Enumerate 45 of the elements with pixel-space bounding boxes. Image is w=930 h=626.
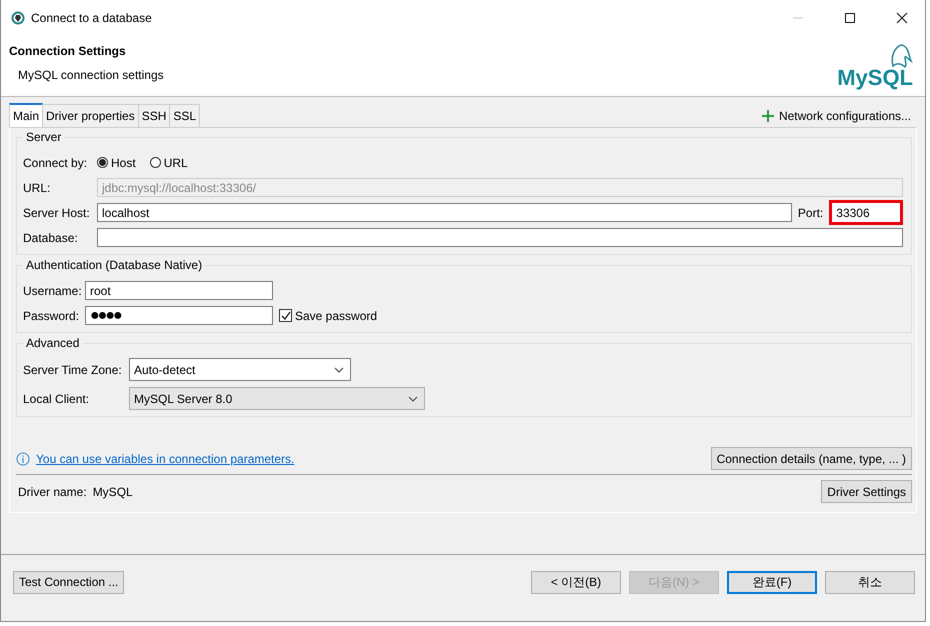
dialog-button[interactable]: 취소 — [825, 570, 915, 594]
chevron-down-icon — [408, 396, 418, 402]
input-field[interactable]: 33306 — [829, 200, 903, 225]
field-label: URL: — [23, 180, 52, 194]
maximize-icon — [844, 12, 856, 24]
network-configurations-button[interactable]: Network configurations... — [762, 109, 917, 127]
info-link[interactable]: You can use variables in connection parameters. — [36, 452, 294, 466]
field-label: Local Client: — [23, 392, 90, 406]
radio-button[interactable]: Host — [97, 156, 136, 170]
field-label: Server Host: — [23, 206, 91, 220]
page-subtitle: MySQL connection settings — [17, 68, 165, 82]
field-label: Port: — [798, 206, 824, 220]
input-field[interactable]: root — [85, 281, 273, 300]
field-label: Username: — [23, 284, 79, 298]
group-title: Authentication (Database Native) — [23, 258, 206, 272]
dialog-button[interactable]: 완료(F) — [727, 570, 817, 594]
tab[interactable]: Main — [9, 103, 44, 127]
plus-icon — [762, 110, 774, 122]
input-field[interactable] — [97, 228, 903, 247]
info-icon — [16, 452, 30, 466]
checkmark-icon — [280, 310, 291, 321]
input-field[interactable]: ●●●● — [85, 306, 273, 325]
dropdown[interactable]: Auto-detect — [129, 358, 351, 381]
mysql-logo: MySQL — [837, 36, 917, 96]
field-label: Driver name: — [18, 484, 87, 498]
input-field[interactable]: localhost — [97, 203, 792, 222]
radio-button[interactable]: URL — [150, 156, 188, 170]
field-label: Connect by: — [23, 156, 88, 170]
group-title: Server — [23, 130, 64, 144]
driver-settings-button[interactable]: Driver Settings — [821, 480, 912, 503]
test-connection-button[interactable]: Test Connection ... — [13, 570, 124, 594]
window-title: Connect to a database — [31, 11, 153, 25]
app-icon — [11, 11, 25, 25]
chevron-down-icon — [334, 366, 344, 372]
close-icon — [896, 12, 908, 24]
connection-details-button[interactable]: Connection details (name, type, ... ) — [710, 447, 912, 470]
field-label: Password: — [23, 308, 79, 322]
field-label: Database: — [23, 230, 79, 244]
field-label: Server Time Zone: — [23, 362, 123, 376]
page-title: Connection Settings — [9, 44, 127, 58]
dialog-button[interactable]: < 이전(B) — [531, 570, 621, 594]
checkbox[interactable]: Save password — [279, 308, 378, 322]
driver-name: MySQL — [92, 484, 133, 498]
group-title: Advanced — [23, 336, 82, 350]
tab[interactable]: SSL — [169, 104, 200, 127]
